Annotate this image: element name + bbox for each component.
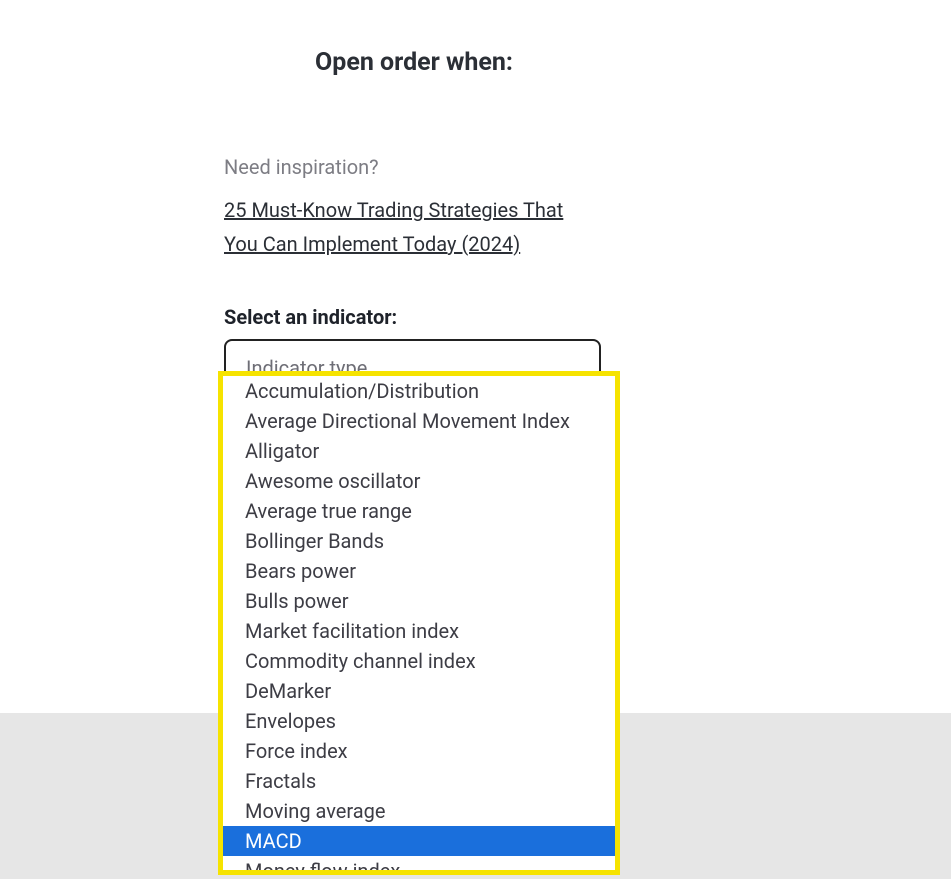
indicator-option[interactable]: MACD [223, 826, 615, 856]
indicator-option[interactable]: Awesome oscillator [223, 466, 615, 496]
page-title: Open order when: [224, 48, 604, 77]
inspiration-link[interactable]: 25 Must-Know Trading Strategies That You… [224, 193, 584, 261]
indicator-option[interactable]: Accumulation/Distribution [223, 376, 615, 406]
indicator-option[interactable]: Market facilitation index [223, 616, 615, 646]
indicator-option[interactable]: Bears power [223, 556, 615, 586]
indicator-dropdown[interactable]: Accumulation/DistributionAverage Directi… [218, 371, 620, 875]
inspiration-lead: Need inspiration? [224, 155, 604, 179]
indicator-option[interactable]: Bulls power [223, 586, 615, 616]
indicator-option[interactable]: Money flow index [223, 856, 615, 870]
indicator-option[interactable]: Force index [223, 736, 615, 766]
indicator-option[interactable]: Alligator [223, 436, 615, 466]
indicator-option[interactable]: Moving average [223, 796, 615, 826]
indicator-option[interactable]: DeMarker [223, 676, 615, 706]
indicator-option[interactable]: Fractals [223, 766, 615, 796]
indicator-option[interactable]: Average true range [223, 496, 615, 526]
indicator-option[interactable]: Average Directional Movement Index [223, 406, 615, 436]
indicator-label: Select an indicator: [224, 305, 604, 329]
indicator-dropdown-list[interactable]: Accumulation/DistributionAverage Directi… [223, 376, 615, 870]
indicator-option[interactable]: Bollinger Bands [223, 526, 615, 556]
indicator-option[interactable]: Envelopes [223, 706, 615, 736]
indicator-option[interactable]: Commodity channel index [223, 646, 615, 676]
